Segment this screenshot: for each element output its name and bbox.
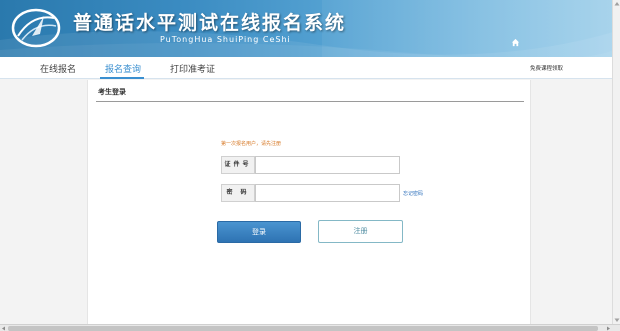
nav-item-online-registration[interactable]: 在线报名 (40, 62, 76, 75)
top-nav: 在线报名 报名查询 打印准考证 免费课程领取 (0, 57, 612, 79)
horizontal-scrollbar[interactable] (0, 324, 620, 331)
nav-item-print-admission-ticket[interactable]: 打印准考证 (170, 62, 215, 75)
nav-right-link[interactable]: 免费课程领取 (530, 64, 563, 72)
banner-title: 普通话水平测试在线报名系统 (73, 12, 347, 34)
header-banner: 普通话水平测试在线报名系统 PuTongHua ShuiPing CeShi (0, 0, 620, 57)
active-tab-indicator (100, 77, 144, 79)
password-input[interactable] (255, 184, 400, 202)
scroll-left-arrow-icon[interactable] (0, 325, 7, 331)
id-number-label: 证件号 (221, 156, 255, 174)
login-button[interactable]: 登录 (217, 221, 301, 243)
section-divider (96, 101, 524, 102)
password-label: 密 码 (221, 184, 255, 202)
forgot-password-link[interactable]: 忘记密码 (403, 190, 423, 197)
id-number-input[interactable] (255, 156, 400, 174)
banner-subtitle: PuTongHua ShuiPing CeShi (160, 35, 291, 44)
vertical-scrollbar[interactable] (612, 0, 620, 324)
home-icon[interactable] (511, 38, 520, 47)
section-title: 考生登录 (98, 88, 126, 96)
login-panel: 考生登录 第一次报名用户，请先注册 证件号 密 码 忘记密码 登录 注册 (87, 80, 531, 326)
scroll-up-arrow-icon[interactable] (613, 0, 620, 8)
scroll-down-arrow-icon[interactable] (613, 316, 620, 324)
horizontal-scroll-thumb[interactable] (8, 326, 598, 331)
scroll-right-arrow-icon[interactable] (605, 325, 612, 331)
logo-icon (11, 8, 61, 48)
banner-highlight (322, 0, 612, 57)
register-button[interactable]: 注册 (318, 220, 403, 243)
register-hint: 第一次报名用户，请先注册 (221, 141, 282, 147)
nav-item-registration-query[interactable]: 报名查询 (105, 62, 141, 75)
